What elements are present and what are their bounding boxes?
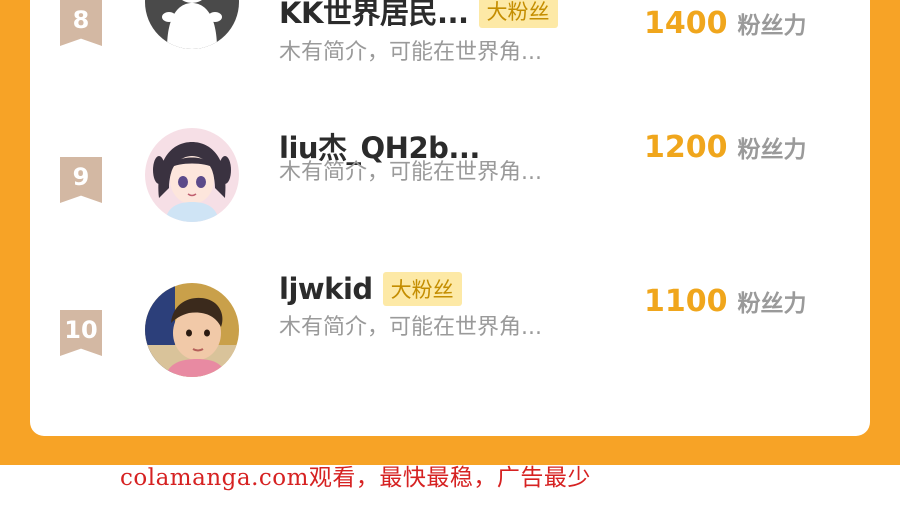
anime-girl-avatar-icon[interactable] bbox=[145, 128, 239, 222]
fan-power-value: 1200 bbox=[644, 130, 728, 165]
site-watermark: colamanga.com观看，最快最稳，广告最少 bbox=[120, 465, 591, 491]
fan-power-label: 粉丝力 bbox=[737, 137, 807, 163]
leaderboard-row-9[interactable]: 9 liu杰_QH2b... 木有简介，可能在世界角... 1200 粉丝力 bbox=[30, 128, 870, 250]
big-fan-badge: 大粉丝 bbox=[478, 0, 558, 28]
user-name[interactable]: ljwkid bbox=[279, 272, 373, 306]
rank-number: 8 bbox=[72, 6, 90, 34]
rank-badge: 9 bbox=[60, 157, 102, 203]
leaderboard-row-10[interactable]: 10 ljwkid 大粉丝 木有简介，可能在世界角... 1100 粉丝力 bbox=[30, 272, 870, 404]
user-name[interactable]: KK世界居民... bbox=[279, 0, 469, 32]
fan-power-label: 粉丝力 bbox=[737, 13, 807, 39]
fan-power-label: 粉丝力 bbox=[737, 291, 807, 317]
default-user-avatar-icon[interactable] bbox=[145, 0, 239, 49]
leaderboard-card: 8 KK世界居民... 大粉丝 木有简介，可能在世界角... 1400 粉丝力 bbox=[30, 0, 870, 436]
fan-power-value: 1100 bbox=[644, 284, 728, 319]
rank-number: 9 bbox=[72, 163, 90, 191]
leaderboard-row-8[interactable]: 8 KK世界居民... 大粉丝 木有简介，可能在世界角... 1400 粉丝力 bbox=[30, 0, 870, 90]
user-intro: 木有简介，可能在世界角... bbox=[279, 315, 542, 340]
user-intro: 木有简介，可能在世界角... bbox=[279, 160, 542, 185]
child-photo-avatar-icon[interactable] bbox=[145, 283, 239, 377]
big-fan-badge: 大粉丝 bbox=[382, 272, 462, 306]
fan-power-value: 1400 bbox=[644, 6, 728, 41]
rank-number: 10 bbox=[64, 316, 98, 344]
user-intro: 木有简介，可能在世界角... bbox=[279, 40, 542, 65]
rank-badge: 10 bbox=[60, 310, 102, 356]
rank-badge: 8 bbox=[60, 0, 102, 46]
